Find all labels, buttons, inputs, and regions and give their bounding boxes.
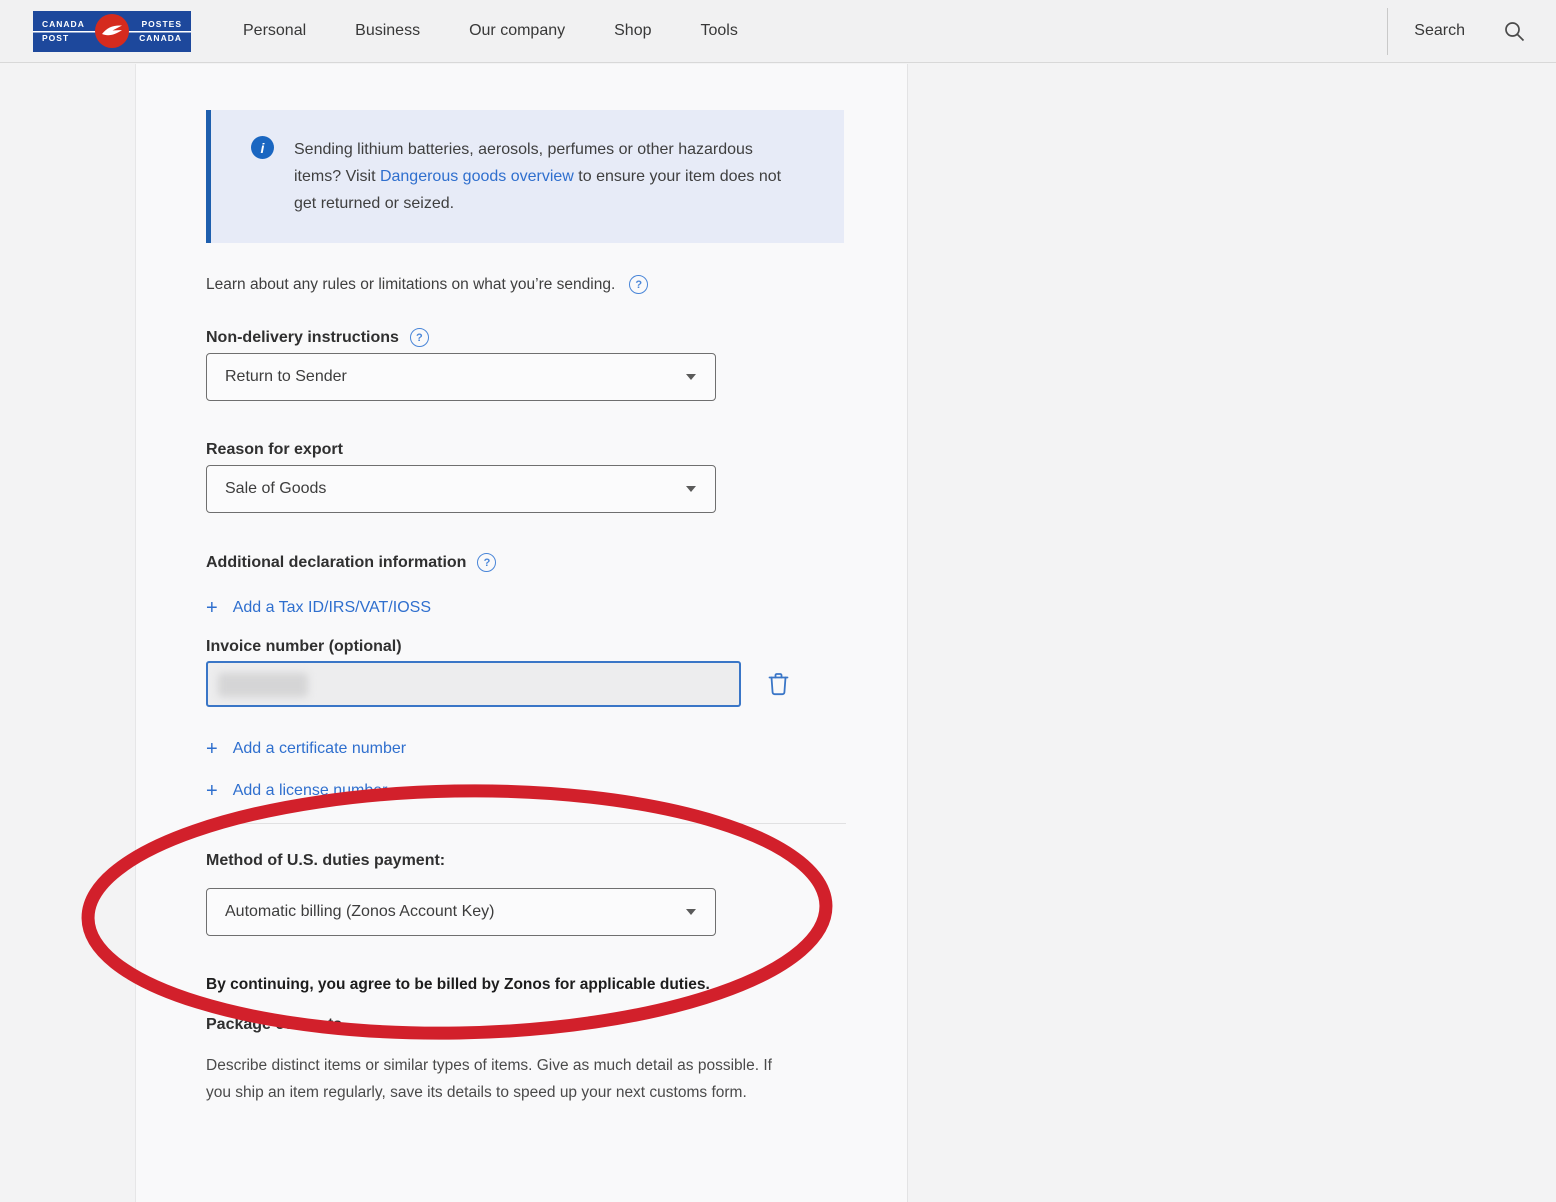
plus-icon: + [206, 739, 218, 759]
logo-word: POSTES [142, 20, 182, 29]
trash-icon[interactable] [768, 672, 789, 696]
plus-icon: + [206, 781, 218, 801]
invoice-number-label: Invoice number (optional) [206, 638, 846, 656]
invoice-number-row [206, 661, 846, 707]
primary-nav: Personal Business Our company Shop Tools [243, 22, 738, 40]
zonos-agree-text: By continuing, you agree to be billed by… [206, 976, 806, 994]
canada-post-logo[interactable]: CANADA POST POSTES CANADA [33, 11, 191, 52]
additional-declaration-label: Additional declaration information ? [206, 553, 846, 572]
non-delivery-label: Non-delivery instructions ? [206, 328, 846, 347]
info-icon: i [251, 136, 274, 159]
logo-text-left: CANADA POST [42, 20, 85, 42]
package-contents-description: Describe distinct items or similar types… [206, 1052, 781, 1106]
chevron-down-icon [686, 909, 696, 915]
logo-text-right: POSTES CANADA [139, 20, 182, 42]
help-icon[interactable]: ? [410, 328, 429, 347]
plus-icon: + [206, 598, 218, 618]
invoice-number-input[interactable] [206, 661, 741, 707]
logo-word: CANADA [139, 34, 182, 43]
help-icon[interactable]: ? [477, 553, 496, 572]
non-delivery-select[interactable]: Return to Sender [206, 353, 716, 401]
search-icon[interactable] [1503, 20, 1526, 43]
non-delivery-value: Return to Sender [225, 368, 347, 386]
reason-for-export-value: Sale of Goods [225, 480, 326, 498]
hazardous-goods-alert: i Sending lithium batteries, aerosols, p… [206, 110, 844, 243]
redacted-value [218, 673, 308, 697]
package-contents-title: Package contents [206, 1016, 846, 1034]
chevron-down-icon [686, 486, 696, 492]
alert-text: Sending lithium batteries, aerosols, per… [294, 136, 799, 217]
add-license-link[interactable]: + Add a license number [206, 781, 387, 801]
add-certificate-link[interactable]: + Add a certificate number [206, 739, 406, 759]
nav-item-tools[interactable]: Tools [701, 22, 738, 40]
duties-payment-value: Automatic billing (Zonos Account Key) [225, 903, 494, 921]
add-tax-id-link[interactable]: + Add a Tax ID/IRS/VAT/IOSS [206, 598, 431, 618]
page-body: i Sending lithium batteries, aerosols, p… [0, 64, 1556, 1202]
search-area: Search [1387, 8, 1556, 55]
reason-for-export-select[interactable]: Sale of Goods [206, 465, 716, 513]
logo-word: POST [42, 34, 85, 43]
duties-payment-label: Method of U.S. duties payment: [206, 852, 846, 870]
logo-word: CANADA [42, 20, 85, 29]
customs-form-card: i Sending lithium batteries, aerosols, p… [135, 64, 908, 1202]
section-divider [206, 823, 846, 824]
nav-item-personal[interactable]: Personal [243, 22, 306, 40]
top-navigation-bar: CANADA POST POSTES CANADA Personal Busin… [0, 0, 1556, 63]
nav-item-business[interactable]: Business [355, 22, 420, 40]
chevron-down-icon [686, 374, 696, 380]
reason-for-export-label: Reason for export [206, 441, 846, 459]
nav-item-shop[interactable]: Shop [614, 22, 651, 40]
canada-post-wing-icon [95, 14, 129, 48]
search-button[interactable]: Search [1414, 22, 1465, 40]
dangerous-goods-link[interactable]: Dangerous goods overview [380, 168, 574, 185]
nav-item-our-company[interactable]: Our company [469, 22, 565, 40]
help-icon[interactable]: ? [629, 275, 648, 294]
rules-limitations-line: Learn about any rules or limitations on … [206, 275, 846, 294]
duties-payment-select[interactable]: Automatic billing (Zonos Account Key) [206, 888, 716, 936]
learn-text: Learn about any rules or limitations on … [206, 276, 615, 294]
